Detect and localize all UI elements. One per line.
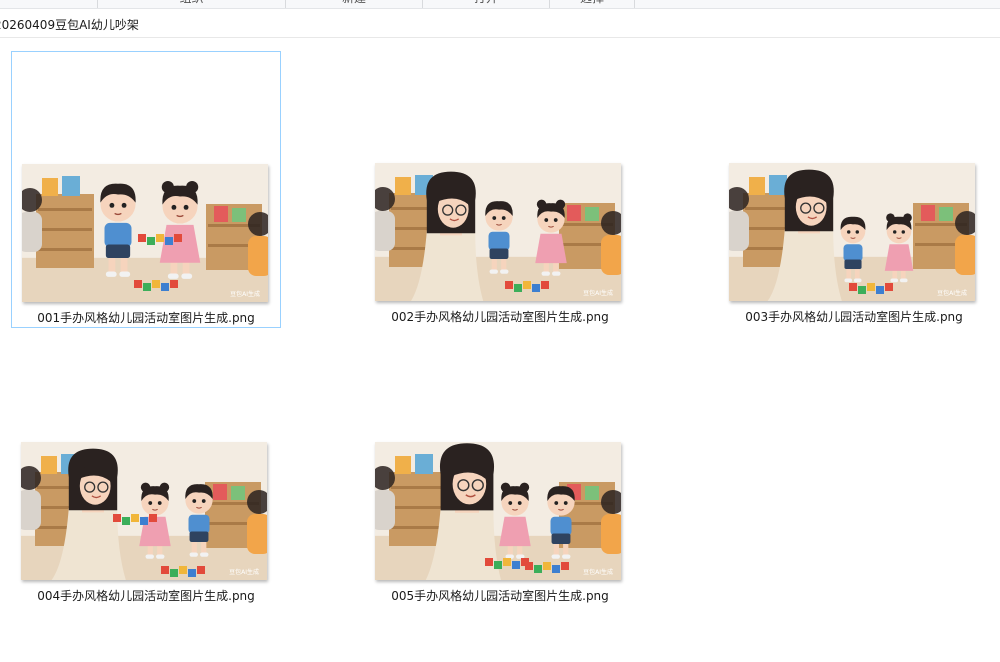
ribbon-group-open[interactable]: 打开 — [423, 0, 549, 8]
address-bar[interactable]: 20260409豆包AI幼儿吵架 — [0, 14, 1000, 38]
file-thumbnail[interactable]: 豆包AI生成 — [21, 442, 267, 580]
file-item[interactable]: 豆包AI生成 001手办风格幼儿园活动室图片生成.png — [11, 51, 281, 328]
file-item[interactable]: 豆包AI生成 003手办风格幼儿园活动室图片生成.png — [719, 51, 989, 328]
file-item[interactable]: 豆包AI生成 002手办风格幼儿园活动室图片生成.png — [365, 51, 635, 328]
file-name[interactable]: 005手办风格幼儿园活动室图片生成.png — [365, 588, 635, 604]
ribbon-toolbar: 组织 新建 打开 选择 — [0, 0, 1000, 9]
file-name[interactable]: 001手办风格幼儿园活动室图片生成.png — [12, 310, 280, 326]
ribbon-group-select[interactable]: 选择 — [550, 0, 634, 8]
file-name[interactable]: 004手办风格幼儿园活动室图片生成.png — [11, 588, 281, 604]
file-thumbnail[interactable]: 豆包AI生成 — [729, 163, 975, 301]
file-thumbnail[interactable]: 豆包AI生成 — [375, 442, 621, 580]
watermark-text: 豆包AI生成 — [229, 568, 259, 576]
file-thumbnail[interactable]: 豆包AI生成 — [22, 164, 268, 302]
file-thumbnail[interactable]: 豆包AI生成 — [375, 163, 621, 301]
folder-path-text: 20260409豆包AI幼儿吵架 — [0, 18, 139, 32]
watermark-text: 豆包AI生成 — [583, 568, 613, 576]
file-name[interactable]: 003手办风格幼儿园活动室图片生成.png — [719, 309, 989, 325]
watermark-text: 豆包AI生成 — [230, 290, 260, 298]
file-item[interactable]: 豆包AI生成 005手办风格幼儿园活动室图片生成.png — [365, 330, 635, 607]
ribbon-group-new[interactable]: 新建 — [286, 0, 422, 8]
ribbon-group-organize[interactable]: 组织 — [98, 0, 285, 8]
watermark-text: 豆包AI生成 — [583, 289, 613, 297]
watermark-text: 豆包AI生成 — [937, 289, 967, 297]
file-item[interactable]: 豆包AI生成 004手办风格幼儿园活动室图片生成.png — [11, 330, 281, 607]
file-name[interactable]: 002手办风格幼儿园活动室图片生成.png — [365, 309, 635, 325]
